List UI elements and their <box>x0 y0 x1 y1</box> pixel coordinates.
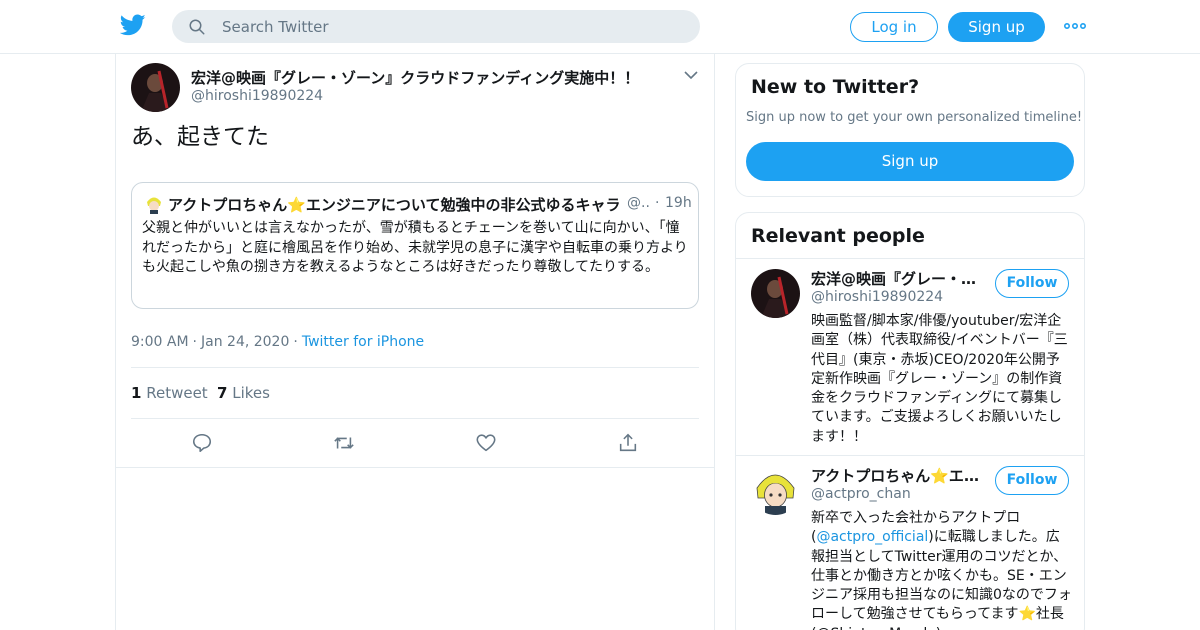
quoted-author-name: アクトプロちゃん⭐エンジニアについて勉強中の非公式ゆるキャラ <box>168 196 621 214</box>
avatar-photo <box>751 269 800 318</box>
search-box[interactable]: Search Twitter <box>172 10 700 43</box>
person-bio: 新卒で入った会社からアクトプロ(@actpro_official)に転職しました… <box>811 509 1073 630</box>
search-icon <box>189 19 205 35</box>
person-handle[interactable]: @hiroshi19890224 <box>811 289 943 305</box>
retweet-icon[interactable] <box>333 432 355 454</box>
new-to-twitter-card: New to Twitter? Sign up now to get your … <box>735 63 1085 197</box>
twitter-bird-icon[interactable] <box>120 12 146 38</box>
retweet-label: Retweet <box>146 384 208 402</box>
chevron-down-icon[interactable] <box>684 70 698 80</box>
quoted-author-handle: @.. <box>627 195 650 211</box>
divider <box>131 418 699 419</box>
tweet-column: 宏洋@映画『グレー・ゾーン』クラウドファンディング実施中！！ @hiroshi1… <box>115 54 715 630</box>
meta-separator: · <box>192 334 197 350</box>
person-avatar[interactable] <box>751 466 800 515</box>
tweet-time: 9:00 AM <box>131 334 189 350</box>
divider <box>131 367 699 368</box>
likes-count: 7 <box>217 384 228 402</box>
tweet-source-link[interactable]: Twitter for iPhone <box>302 334 424 350</box>
person-handle[interactable]: @actpro_chan <box>811 486 911 502</box>
top-navigation-bar: Search Twitter Log in Sign up <box>0 0 1200 54</box>
more-dots-icon[interactable] <box>1064 18 1086 34</box>
quoted-author-avatar <box>144 194 164 214</box>
author-handle[interactable]: @hiroshi19890224 <box>191 88 323 104</box>
divider <box>736 258 1084 259</box>
login-button[interactable]: Log in <box>850 12 938 42</box>
tweet-date[interactable]: Jan 24, 2020 <box>201 334 289 350</box>
follow-button[interactable]: Follow <box>995 466 1069 495</box>
reply-icon[interactable] <box>191 432 213 454</box>
follow-button[interactable]: Follow <box>995 269 1069 298</box>
quoted-text: 父親と仲がいいとは言えなかったが、雪が積もるとチェーンを巻いて山に向かい、「憧れ… <box>142 220 688 275</box>
quoted-time: 19h <box>665 195 692 211</box>
avatar-illustration <box>751 466 800 515</box>
retweet-stat[interactable]: 1 Retweet <box>131 384 208 402</box>
heart-icon[interactable] <box>475 432 497 454</box>
person-bio: 映画監督/脚本家/俳優/youtuber/宏洋企画室（株）代表取締役/イベントバ… <box>811 313 1068 445</box>
share-icon[interactable] <box>617 432 639 454</box>
likes-stat[interactable]: 7 Likes <box>217 384 270 402</box>
person-name[interactable]: 宏洋@映画『グレー・ゾーン』クラウドファンディング実施中！！ <box>811 268 981 289</box>
quoted-tweet[interactable]: アクトプロちゃん⭐エンジニアについて勉強中の非公式ゆるキャラ @.. · 19h… <box>131 182 699 309</box>
person-avatar[interactable] <box>751 269 800 318</box>
divider <box>116 467 714 468</box>
search-input[interactable]: Search Twitter <box>222 18 329 36</box>
person-name[interactable]: アクトプロちゃん⭐エンジニアについて勉強中の非公式ゆるキャラ <box>811 465 981 486</box>
meta-separator: · <box>293 334 298 350</box>
tweet-text: あ、起きてた <box>131 124 269 150</box>
quoted-separator: · <box>655 195 660 211</box>
sidebar-signup-button[interactable]: Sign up <box>746 142 1074 181</box>
signup-button[interactable]: Sign up <box>948 12 1045 42</box>
author-name[interactable]: 宏洋@映画『グレー・ゾーン』クラウドファンディング実施中！！ <box>191 67 639 88</box>
card-title: Relevant people <box>751 225 925 247</box>
relevant-people-card: Relevant people 宏洋@映画『グレー・ゾーン』クラウドファンディン… <box>735 212 1085 630</box>
tweet-meta: 9:00 AM · Jan 24, 2020 · Twitter for iPhone <box>131 334 424 350</box>
divider <box>736 455 1084 456</box>
card-subtitle: Sign up now to get your own personalized… <box>746 110 1083 125</box>
card-title: New to Twitter? <box>751 76 920 98</box>
avatar-photo <box>131 63 180 112</box>
retweet-count: 1 <box>131 384 142 402</box>
mention-link[interactable]: @actpro_official <box>816 529 928 545</box>
author-avatar[interactable] <box>131 63 180 112</box>
likes-label: Likes <box>232 384 270 402</box>
